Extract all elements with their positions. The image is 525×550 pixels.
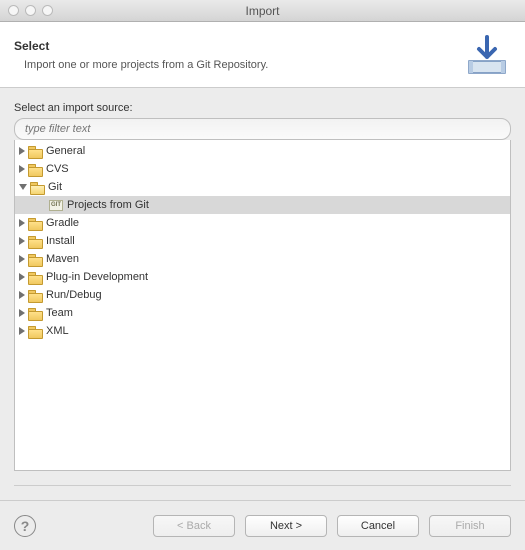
titlebar: Import [0,0,525,22]
folder-icon [28,146,42,157]
tree-item[interactable]: Git [15,178,510,196]
separator [14,485,511,486]
chevron-right-icon[interactable] [19,273,25,281]
folder-icon [28,290,42,301]
tree-item-label: XML [46,325,69,337]
git-wizard-icon: GIT [49,200,63,211]
import-icon [463,31,511,79]
tree-item[interactable]: Maven [15,250,510,268]
chevron-right-icon[interactable] [19,255,25,263]
tree-item[interactable]: GIT Projects from Git [15,196,510,214]
chevron-right-icon[interactable] [19,327,25,335]
tree-item[interactable]: Run/Debug [15,286,510,304]
wizard-banner: Select Import one or more projects from … [0,22,525,88]
wizard-footer: ? < Back Next > Cancel Finish [0,500,525,550]
tree-item-label: Run/Debug [46,289,102,301]
tree-item[interactable]: Team [15,304,510,322]
tree-item-label: Team [46,307,73,319]
tree-item-label: Gradle [46,217,79,229]
tree-item[interactable]: Install [15,232,510,250]
tree-item-label: Maven [46,253,79,265]
tree-item[interactable]: Plug-in Development [15,268,510,286]
chevron-down-icon[interactable] [19,184,27,190]
tree-item-label: Git [48,181,62,193]
back-button[interactable]: < Back [153,515,235,537]
folder-icon [28,272,42,283]
tree-item[interactable]: Gradle [15,214,510,232]
cancel-button[interactable]: Cancel [337,515,419,537]
folder-icon [28,236,42,247]
folder-icon [28,218,42,229]
tree-item-label: CVS [46,163,69,175]
next-button[interactable]: Next > [245,515,327,537]
folder-icon [30,182,44,193]
tree-item-label: Projects from Git [67,199,149,211]
finish-button[interactable]: Finish [429,515,511,537]
chevron-right-icon[interactable] [19,147,25,155]
import-tree[interactable]: General CVS Git GIT Projects from Git Gradle I… [14,140,511,471]
tree-item[interactable]: XML [15,322,510,340]
tree-item-label: General [46,145,85,157]
page-title: Select [14,39,268,53]
tree-item[interactable]: CVS [15,160,510,178]
tree-item-label: Plug-in Development [46,271,148,283]
wizard-body: Select an import source: General CVS Git GI… [0,88,525,500]
folder-icon [28,164,42,175]
folder-icon [28,254,42,265]
tree-item[interactable]: General [15,142,510,160]
tree-item-label: Install [46,235,75,247]
chevron-right-icon[interactable] [19,165,25,173]
chevron-right-icon[interactable] [19,237,25,245]
filter-input[interactable] [14,118,511,140]
folder-icon [28,326,42,337]
page-description: Import one or more projects from a Git R… [14,59,268,71]
chevron-right-icon[interactable] [19,309,25,317]
import-source-label: Select an import source: [14,102,511,114]
chevron-right-icon[interactable] [19,291,25,299]
folder-icon [28,308,42,319]
help-button[interactable]: ? [14,515,36,537]
window-title: Import [0,4,525,18]
chevron-right-icon[interactable] [19,219,25,227]
